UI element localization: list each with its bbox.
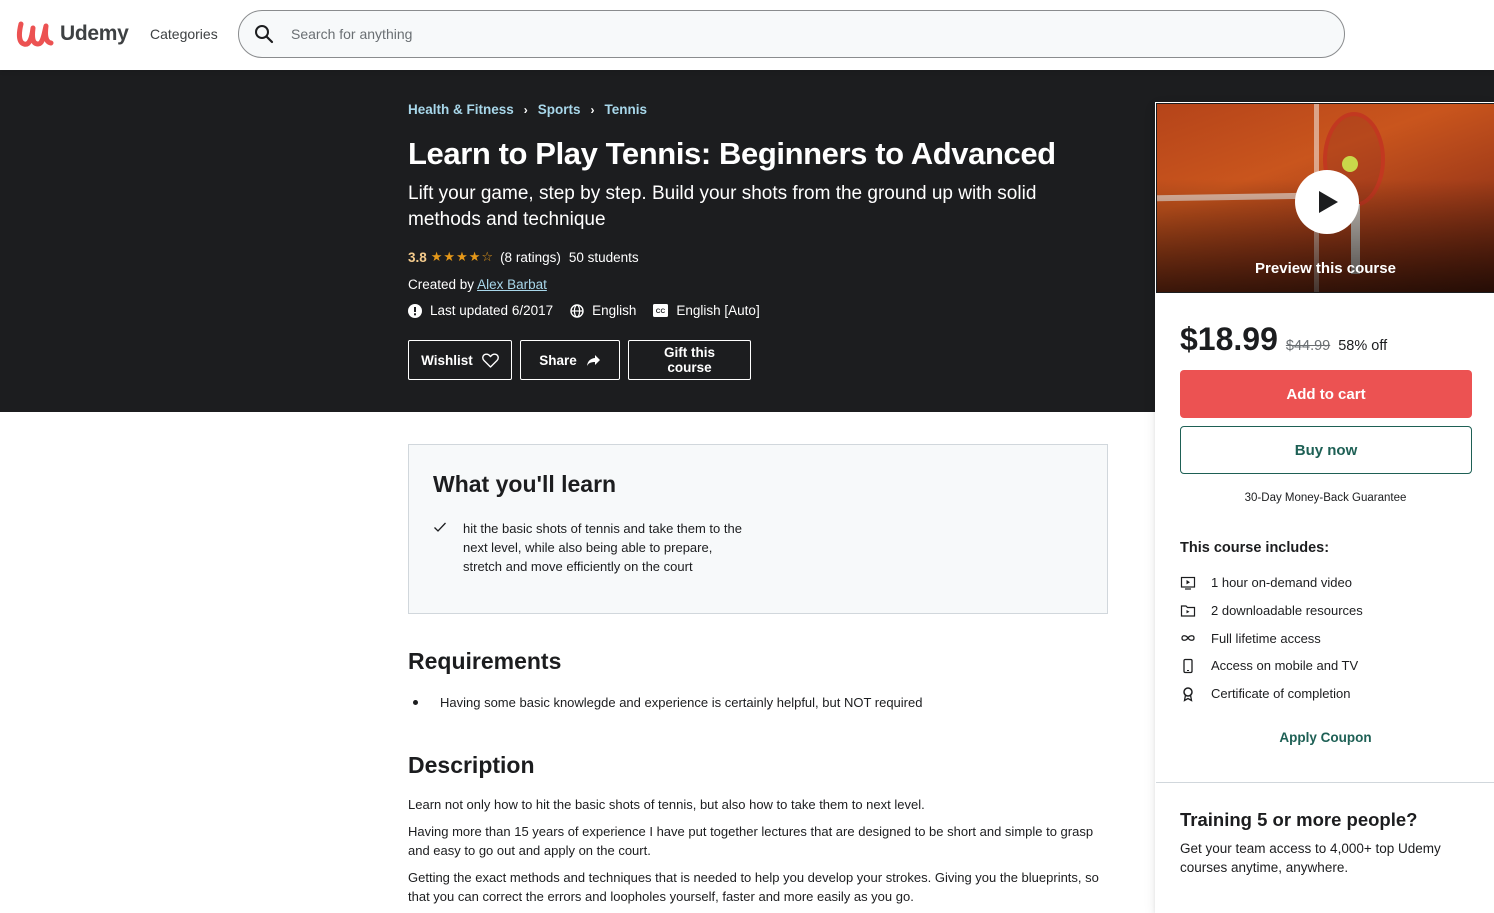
purchase-sidebar: Preview this course $18.99 $44.99 58% of… (1155, 102, 1494, 913)
include-label: 2 downloadable resources (1211, 603, 1363, 619)
action-buttons: Wishlist Share Gift this course (408, 340, 759, 380)
course-title: Learn to Play Tennis: Beginners to Advan… (408, 136, 1056, 171)
course-preview[interactable]: Preview this course (1156, 103, 1494, 293)
description-paragraph: Getting the exact methods and techniques… (408, 870, 1099, 904)
language-text: English (592, 303, 637, 318)
requirement-item: Having some basic knowlegde and experien… (413, 695, 922, 710)
certificate-icon (1183, 686, 1193, 702)
apply-coupon-link[interactable]: Apply Coupon (1156, 730, 1494, 745)
captions: CC English [Auto] (653, 303, 760, 318)
bullet-icon (413, 700, 418, 705)
logo-text: Udemy (60, 22, 129, 45)
add-to-cart-button[interactable]: Add to cart (1180, 370, 1472, 418)
current-price: $18.99 (1180, 321, 1278, 357)
wishlist-label: Wishlist (421, 352, 473, 368)
gift-label: Gift this course (664, 345, 715, 375)
includes-list: 1 hour on-demand video 2 downloadable re… (1180, 569, 1363, 707)
include-label: Certificate of completion (1211, 686, 1351, 702)
breadcrumb-tennis[interactable]: Tennis (605, 102, 648, 117)
training-text: Get your team access to 4,000+ top Udemy… (1180, 841, 1441, 875)
heart-icon (481, 352, 499, 368)
buy-now-button[interactable]: Buy now (1180, 426, 1472, 474)
learn-title: What you'll learn (433, 471, 617, 497)
mobile-icon (1183, 658, 1193, 674)
learn-item: hit the basic shots of tennis and take t… (433, 519, 748, 576)
last-updated: Last updated 6/2017 (408, 303, 553, 318)
include-item: 2 downloadable resources (1180, 597, 1363, 625)
video-icon (1180, 576, 1196, 590)
include-item: 1 hour on-demand video (1180, 569, 1363, 597)
chevron-right-icon: › (590, 102, 595, 117)
rating-row: 3.8 ★★★★☆ (8 ratings) 50 students (408, 249, 639, 265)
course-meta: Last updated 6/2017 English CC English [… (408, 303, 777, 318)
globe-icon (570, 303, 584, 318)
check-icon (434, 522, 446, 532)
last-updated-text: Last updated 6/2017 (430, 303, 554, 318)
share-arrow-icon (586, 354, 600, 366)
what-youll-learn: What you'll learn hit the basic shots of… (408, 444, 1108, 614)
rating-value: 3.8 (408, 249, 427, 265)
include-item: Certificate of completion (1180, 680, 1363, 708)
language: English (570, 303, 636, 318)
search-bar[interactable] (238, 10, 1345, 58)
course-subtitle: Lift your game, step by step. Build your… (408, 183, 1037, 230)
file-download-icon (1180, 604, 1196, 617)
requirement-text: Having some basic knowlegde and experien… (440, 695, 923, 710)
search-input[interactable] (291, 26, 1191, 42)
breadcrumb-health-fitness[interactable]: Health & Fitness (408, 102, 514, 117)
gift-course-button[interactable]: Gift this course (628, 340, 751, 380)
alert-badge-icon (408, 303, 422, 318)
chevron-right-icon: › (523, 102, 528, 117)
breadcrumb: Health & Fitness › Sports › Tennis (408, 102, 647, 117)
training-title: Training 5 or more people? (1180, 809, 1418, 830)
include-item: Full lifetime access (1180, 624, 1363, 652)
top-header: Udemy Categories (0, 0, 1494, 70)
learn-item-text: hit the basic shots of tennis and take t… (463, 521, 742, 574)
include-item: Access on mobile and TV (1180, 652, 1363, 680)
price-row: $18.99 $44.99 58% off (1180, 321, 1387, 358)
preview-label[interactable]: Preview this course (1157, 260, 1494, 277)
created-by: Created by Alex Barbat (408, 277, 547, 292)
description-paragraph: Having more than 15 years of experience … (408, 824, 1094, 858)
play-button[interactable] (1295, 170, 1359, 234)
captions-text: English [Auto] (676, 303, 760, 318)
instructor-link[interactable]: Alex Barbat (477, 277, 547, 292)
star-rating-icon: ★★★★☆ (430, 249, 495, 264)
include-label: Access on mobile and TV (1211, 658, 1359, 674)
students-count: 50 students (568, 249, 639, 265)
breadcrumb-sports[interactable]: Sports (538, 102, 581, 117)
description-body: Learn not only how to hit the basic shot… (408, 795, 1113, 913)
ratings-count-link[interactable]: (8 ratings) (500, 250, 561, 265)
description-paragraph: Learn not only how to hit the basic shot… (408, 797, 925, 812)
wishlist-button[interactable]: Wishlist (408, 340, 512, 380)
created-by-label: Created by (408, 277, 475, 292)
udemy-logo-icon (16, 21, 54, 47)
share-label: Share (539, 352, 577, 368)
udemy-logo[interactable]: Udemy (16, 18, 129, 50)
money-back-guarantee: 30-Day Money-Back Guarantee (1244, 492, 1407, 504)
requirements-title: Requirements (408, 648, 562, 674)
categories-menu[interactable]: Categories (150, 26, 218, 42)
original-price: $44.99 (1285, 338, 1331, 354)
include-label: Full lifetime access (1211, 630, 1321, 646)
share-button[interactable]: Share (520, 340, 620, 380)
infinity-icon (1181, 635, 1195, 642)
search-icon[interactable] (254, 24, 274, 44)
description-title: Description (408, 752, 535, 778)
divider (1156, 782, 1494, 783)
include-label: 1 hour on-demand video (1211, 575, 1352, 591)
discount-percent: 58% off (1338, 338, 1388, 354)
play-icon (1319, 191, 1338, 213)
closed-captions-icon: CC (653, 304, 669, 317)
svg-text:CC: CC (656, 308, 666, 315)
includes-title: This course includes: (1180, 540, 1330, 556)
